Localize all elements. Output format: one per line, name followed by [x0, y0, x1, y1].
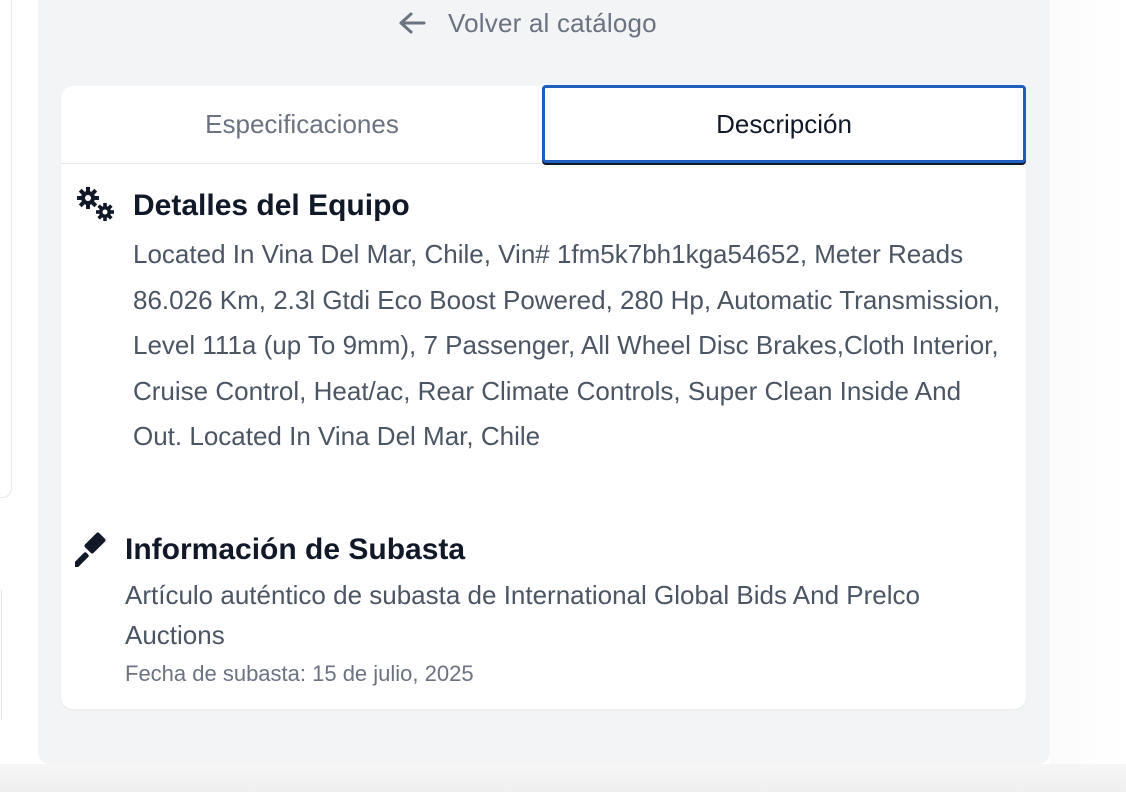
auction-info-title: Información de Subasta [125, 533, 466, 566]
back-to-catalog-link[interactable]: Volver al catálogo [398, 6, 657, 40]
equipment-description: Located In Vina Del Mar, Chile, Vin# 1fm… [133, 239, 1001, 451]
tab-bar: Especificaciones Descripción [61, 85, 1026, 164]
auction-date: Fecha de subasta: 15 de julio, 2025 [125, 661, 474, 686]
bottom-gutter [0, 764, 1126, 792]
left-card-edge [0, 0, 12, 498]
back-link-label: Volver al catálogo [448, 7, 657, 38]
description-card: Especificaciones Descripción Detalles de… [61, 85, 1026, 709]
auction-description: Artículo auténtico de subasta de Interna… [125, 580, 920, 650]
gears-icon [75, 186, 119, 231]
tab-description[interactable]: Descripción [542, 85, 1026, 163]
right-gutter [1050, 0, 1126, 764]
gavel-icon [73, 531, 111, 572]
tab-specifications[interactable]: Especificaciones [61, 86, 543, 162]
page: Volver al catálogo Especificaciones Desc… [0, 0, 1126, 792]
left-card-edge-lower [0, 590, 2, 720]
equipment-details-title: Detalles del Equipo [133, 189, 410, 222]
arrow-left-icon [398, 11, 426, 35]
